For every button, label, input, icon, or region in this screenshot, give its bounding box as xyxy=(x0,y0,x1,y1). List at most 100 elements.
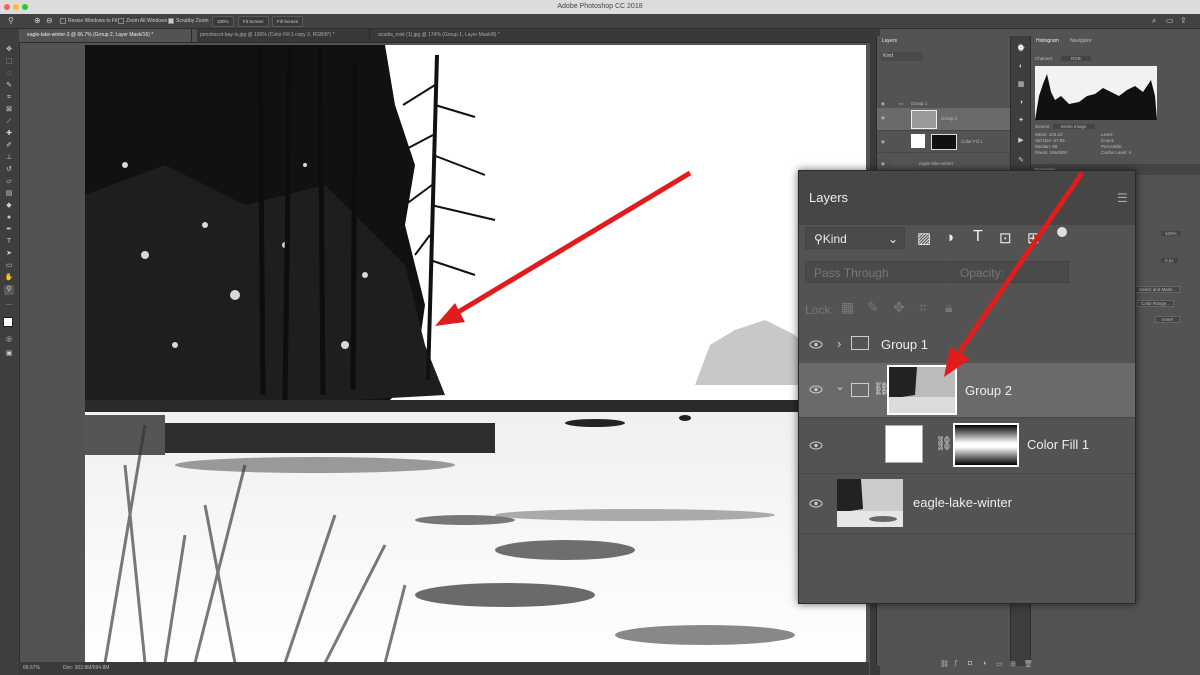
app-title: Adobe Photoshop CC 2018 xyxy=(557,3,643,10)
new-group-icon[interactable]: ▭ xyxy=(996,660,1003,668)
fill-color-thumbnail[interactable] xyxy=(885,425,923,463)
blur-tool-icon[interactable]: ◆ xyxy=(4,201,14,211)
history-brush-tool-icon[interactable]: ↺ xyxy=(4,165,14,175)
scrubby-zoom-checkbox[interactable]: Scrubby Zoom xyxy=(168,14,209,28)
pen-tool-icon[interactable]: ✒ xyxy=(4,225,14,235)
foreground-color-swatch[interactable] xyxy=(3,317,13,327)
tab-histogram[interactable]: Histogram xyxy=(1031,36,1064,47)
move-tool-icon[interactable]: ✥ xyxy=(4,45,14,55)
add-mask-icon[interactable]: ◘ xyxy=(968,660,972,667)
history-icon[interactable]: ⌚ xyxy=(1016,44,1026,54)
rectangle-tool-icon[interactable]: ▭ xyxy=(4,261,14,271)
more-tools-icon[interactable]: … xyxy=(4,299,14,309)
invert-button[interactable]: Invert xyxy=(1155,316,1181,323)
layer-color-fill-docked[interactable]: ◉ Color Fill 1 xyxy=(877,132,1011,153)
color-icon[interactable]: ◐ xyxy=(1016,62,1026,72)
tab-penobscot-bay[interactable]: penobscot-bay-is.jpg @ 100% (Color Fill … xyxy=(191,29,376,42)
blend-mode-select[interactable]: Pass Through xyxy=(805,261,950,283)
zoom-all-checkbox[interactable]: Zoom All Windows xyxy=(118,14,167,28)
zoom-tool-icon[interactable]: ⚲ xyxy=(4,285,14,295)
tab-eagle-lake-winter[interactable]: eagle-lake-winter-3 @ 66.7% (Group 2, La… xyxy=(19,29,197,42)
eye-icon[interactable] xyxy=(809,441,823,450)
dodge-tool-icon[interactable]: ● xyxy=(4,213,14,223)
gradient-mask-thumbnail[interactable] xyxy=(953,423,1019,467)
source-select[interactable]: Entire Image xyxy=(1053,124,1095,129)
kind-filter-docked[interactable]: Kind xyxy=(881,52,923,61)
close-window-button[interactable] xyxy=(4,4,10,10)
fill-screen-button[interactable]: Fill Screen xyxy=(272,16,304,27)
workspace-icon[interactable]: ▭ xyxy=(1166,14,1174,28)
layer-eagle-lake-winter[interactable]: eagle-lake-winter xyxy=(799,473,1135,534)
quick-mask-icon[interactable]: ◎ xyxy=(4,335,14,345)
search-icon[interactable]: ⌕ xyxy=(1152,14,1156,28)
tab-acadia-mist[interactable]: acadia_mist (1).jpg @ 174% (Group 1, Lay… xyxy=(369,29,558,42)
eye-icon[interactable]: ◉ xyxy=(881,139,885,145)
feather-value[interactable]: 0 px xyxy=(1161,258,1178,263)
image-thumbnail xyxy=(891,156,913,171)
new-adjustment-icon[interactable]: ◑ xyxy=(982,660,986,667)
zoom-100-button[interactable]: 100% xyxy=(212,16,234,27)
collapse-chevron-icon[interactable]: ⌄ xyxy=(835,379,845,393)
adjustments-icon[interactable]: ◑ xyxy=(1016,98,1026,108)
eye-icon[interactable] xyxy=(809,340,823,349)
swatches-icon[interactable]: ▦ xyxy=(1016,80,1026,90)
hand-tool-icon[interactable]: ✋ xyxy=(4,273,14,283)
layer-color-fill-1[interactable]: ⛓ Color Fill 1 xyxy=(799,417,1135,474)
panel-menu-icon[interactable]: ☰ xyxy=(1117,191,1128,205)
new-layer-icon[interactable]: ⊞ xyxy=(1010,660,1016,668)
path-select-tool-icon[interactable]: ➤ xyxy=(4,249,14,259)
fit-screen-button[interactable]: Fit Screen xyxy=(238,16,269,27)
eye-icon[interactable]: ◉ xyxy=(881,101,885,107)
lock-position-icon[interactable]: ✥ xyxy=(893,299,905,316)
zoom-level[interactable]: 66.67% xyxy=(23,662,40,675)
link-layers-icon[interactable]: ⛓ xyxy=(940,660,949,668)
type-tool-icon[interactable]: T xyxy=(4,237,14,247)
eye-icon[interactable] xyxy=(809,499,823,508)
select-mask-button[interactable]: Select and Mask... xyxy=(1135,286,1181,293)
share-icon[interactable]: ⇪ xyxy=(1180,14,1187,28)
zoom-window-button[interactable] xyxy=(22,4,28,10)
styles-icon[interactable]: ✦ xyxy=(1016,116,1026,126)
zoom-out-icon[interactable]: ⊖ xyxy=(46,14,53,28)
eye-icon[interactable]: ◉ xyxy=(881,161,885,167)
actions-icon[interactable]: ▶ xyxy=(1016,136,1026,146)
lock-artboard-icon[interactable]: ⌗ xyxy=(919,299,927,316)
doc-size: Doc: 303.8M/594.8M xyxy=(63,665,110,671)
gradient-tool-icon[interactable]: ▤ xyxy=(4,189,14,199)
gradient-mask-thumbnail xyxy=(931,134,957,150)
lock-image-icon[interactable]: ✎ xyxy=(867,299,879,316)
healing-brush-tool-icon[interactable]: ✚ xyxy=(4,129,14,139)
channel-select[interactable]: RGB xyxy=(1061,56,1091,61)
layer-group-2-docked[interactable]: ◉ Group 2 xyxy=(877,108,1011,131)
resize-windows-checkbox[interactable]: Resize Windows to Fit xyxy=(60,14,117,28)
document-canvas[interactable] xyxy=(85,45,866,663)
zoom-tool-icon[interactable]: ⚲ xyxy=(8,14,14,28)
eye-icon[interactable]: ◉ xyxy=(881,115,885,121)
lock-transparent-icon[interactable]: ▦ xyxy=(841,299,854,316)
clone-stamp-tool-icon[interactable]: ⊥ xyxy=(4,153,14,163)
quick-select-tool-icon[interactable]: ✎ xyxy=(4,81,14,91)
link-icon[interactable]: ⛓ xyxy=(935,435,953,452)
delete-layer-icon[interactable]: 🗑︎ xyxy=(1024,660,1033,668)
layers-bottom-bar: ⛓ ƒ ◘ ◑ ▭ ⊞ 🗑︎ xyxy=(930,660,1200,672)
image-thumbnail[interactable] xyxy=(837,479,903,527)
tab-layers-docked[interactable]: Layers xyxy=(877,36,903,47)
brush-tool-icon[interactable]: ✐ xyxy=(4,141,14,151)
eraser-tool-icon[interactable]: ▱ xyxy=(4,177,14,187)
frame-tool-icon[interactable]: ⊠ xyxy=(4,105,14,115)
lasso-tool-icon[interactable]: ◌ xyxy=(4,69,14,79)
screen-mode-icon[interactable]: ▣ xyxy=(4,349,14,359)
zoom-in-icon[interactable]: ⊕ xyxy=(34,14,41,28)
layers-panel-title[interactable]: Layers xyxy=(809,190,848,205)
marquee-tool-icon[interactable]: ⬚ xyxy=(4,57,14,67)
fx-icon[interactable]: ƒ xyxy=(954,660,958,667)
tab-navigator[interactable]: Navigator xyxy=(1065,36,1096,47)
crop-tool-icon[interactable]: ⌗ xyxy=(4,93,14,103)
eyedropper-tool-icon[interactable]: ⟋ xyxy=(4,117,14,127)
kind-filter-select[interactable]: ⚲Kind ⌄ xyxy=(805,227,905,249)
minimize-window-button[interactable] xyxy=(13,4,19,10)
expand-chevron-icon[interactable]: › xyxy=(837,336,841,351)
density-value[interactable]: 100% xyxy=(1161,231,1181,236)
eye-icon[interactable] xyxy=(809,385,823,394)
color-range-button[interactable]: Color Range... xyxy=(1137,300,1175,307)
